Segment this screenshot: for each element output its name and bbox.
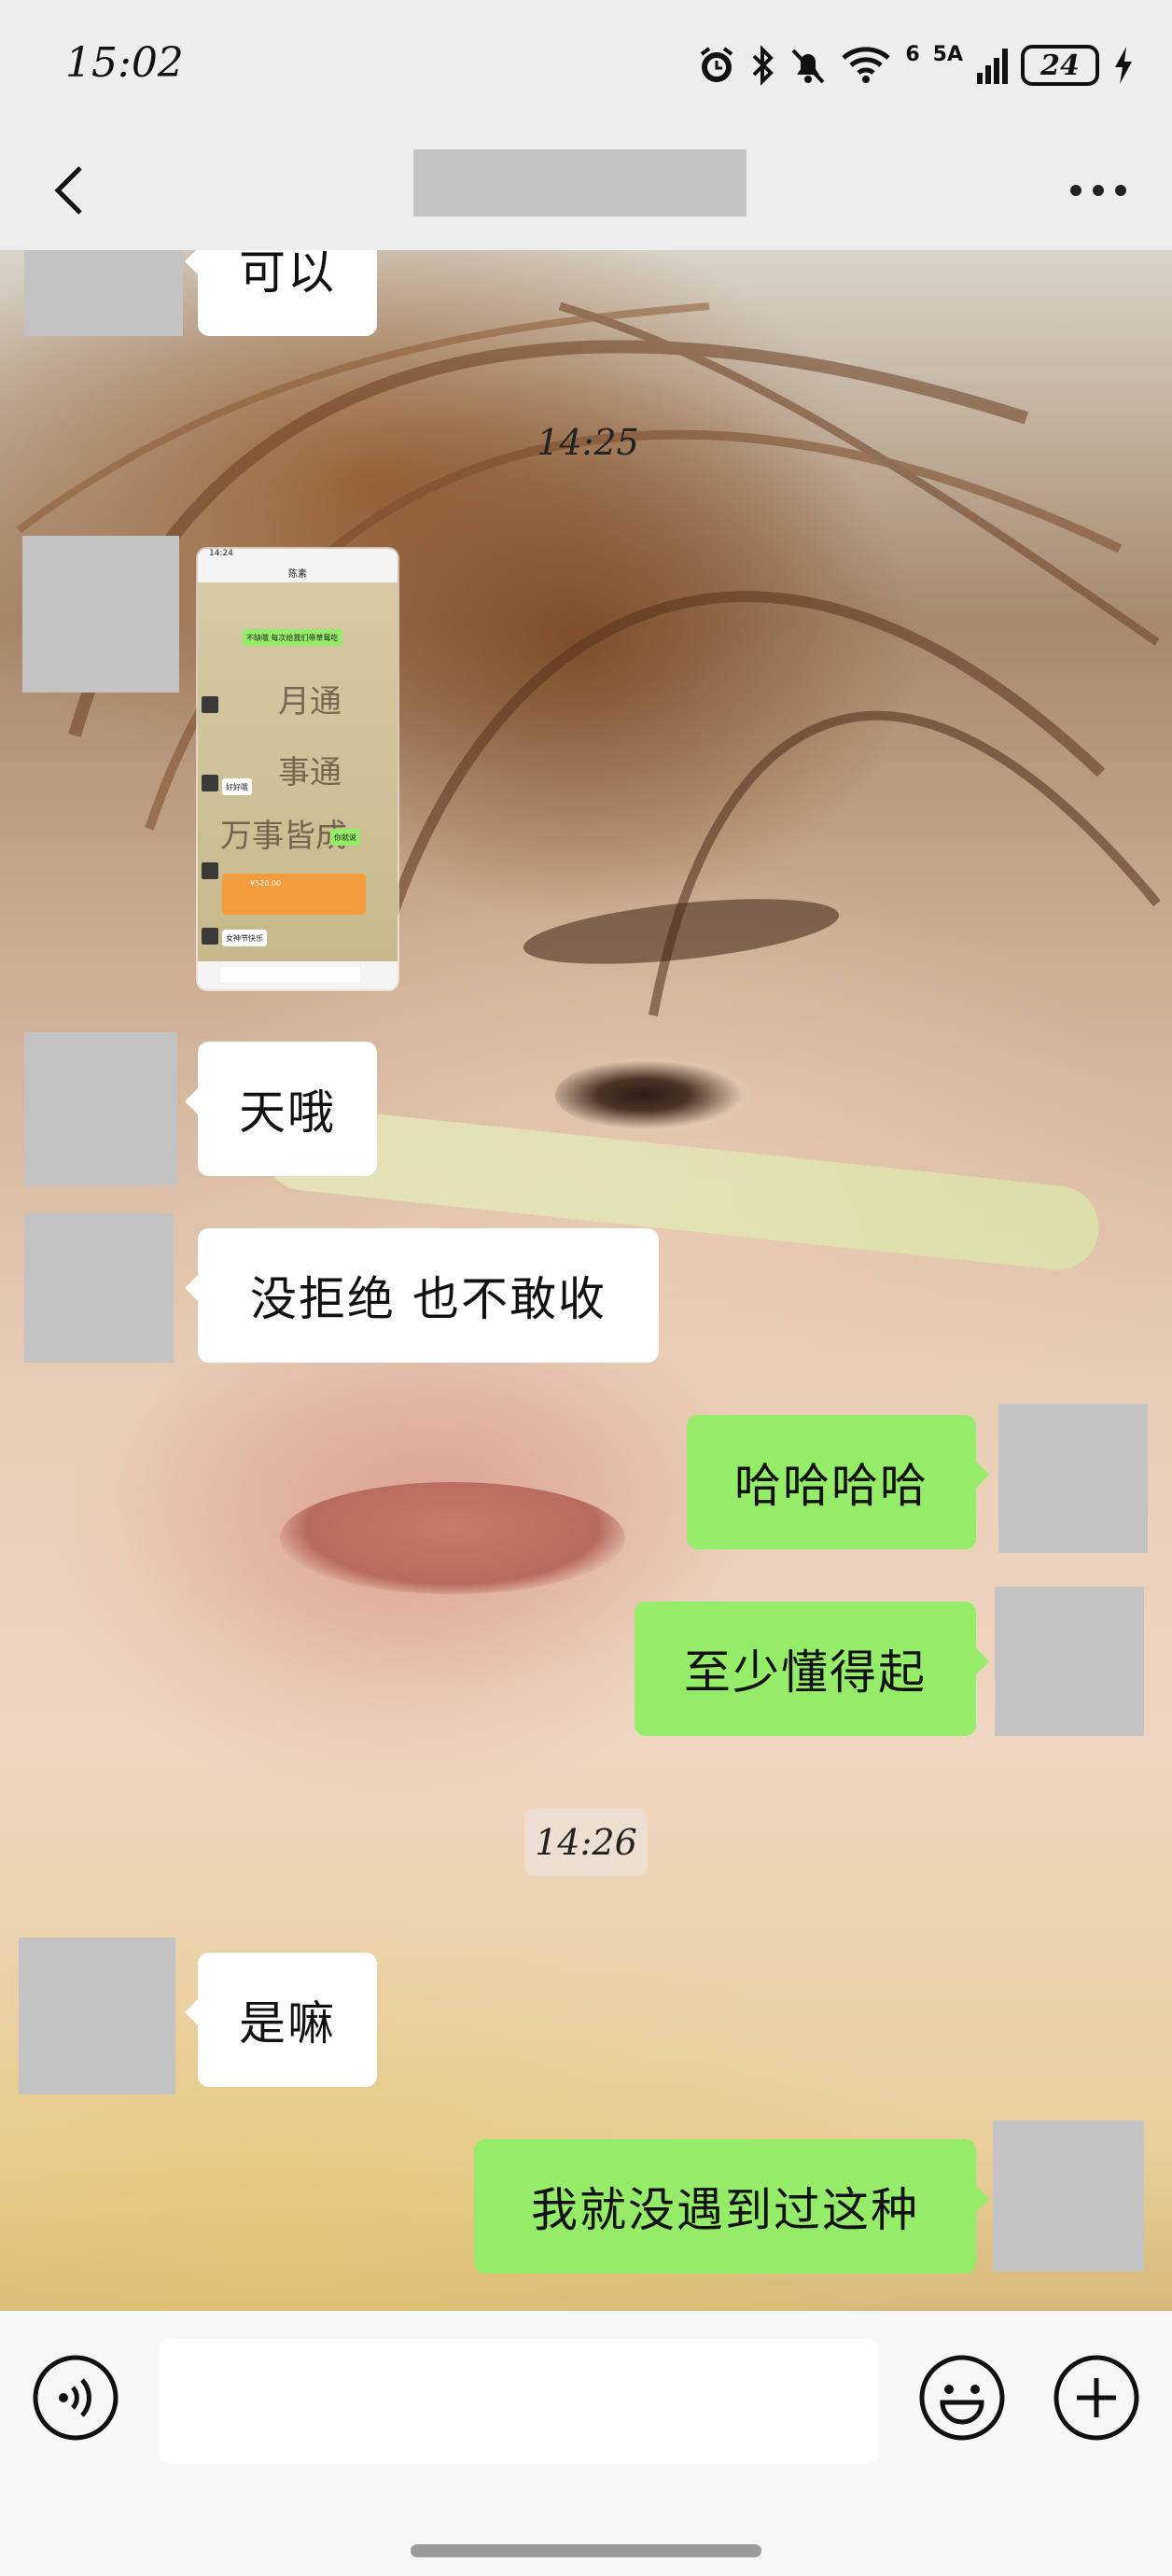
chat-title-redacted bbox=[413, 149, 746, 217]
more-dot bbox=[1115, 185, 1126, 196]
more-dot bbox=[1093, 185, 1104, 196]
message-text: 没拒绝 也不敢收 bbox=[250, 1272, 607, 1326]
contact-avatar[interactable] bbox=[19, 1938, 175, 2094]
emoji-button[interactable] bbox=[918, 2354, 1006, 2442]
thumb-last-msg: 女神节快乐 bbox=[222, 930, 267, 946]
my-avatar[interactable] bbox=[993, 2121, 1144, 2272]
my-avatar[interactable] bbox=[998, 1404, 1148, 1553]
message-bubble-incoming[interactable]: 是嘛 bbox=[185, 1953, 377, 2087]
contact-avatar[interactable] bbox=[24, 1032, 177, 1185]
message-text: 天哦 bbox=[239, 1085, 336, 1140]
timestamp-text: 14:26 bbox=[535, 1822, 637, 1863]
more-dots-icon bbox=[1070, 185, 1081, 196]
thumb-transfer-card: ¥520.00 bbox=[222, 874, 366, 915]
message-text: 至少懂得起 bbox=[684, 1645, 927, 1700]
wallpaper-lips bbox=[280, 1482, 625, 1594]
status-bar: 15:02 6 5A 24 bbox=[0, 0, 1172, 131]
alarm-icon bbox=[696, 45, 737, 86]
thumb-green-msg: 不缺哦 每次给我们带草莓吃 bbox=[243, 629, 342, 646]
message-text-input[interactable] bbox=[159, 2339, 879, 2464]
back-button[interactable] bbox=[45, 153, 101, 228]
thumb-avatar bbox=[202, 928, 218, 945]
message-timestamp: 14:25 bbox=[527, 409, 649, 476]
home-indicator[interactable] bbox=[411, 2544, 761, 2557]
message-bubble-outgoing[interactable]: 哈哈哈哈 bbox=[687, 1415, 989, 1549]
thumb-status-time: 14:24 bbox=[198, 549, 398, 562]
chat-header bbox=[0, 131, 1172, 250]
plus-button[interactable] bbox=[1053, 2354, 1140, 2442]
voice-button[interactable] bbox=[32, 2354, 119, 2442]
thumb-callig-2: 事通 bbox=[278, 754, 342, 791]
contact-avatar[interactable] bbox=[24, 250, 183, 336]
thumb-callig-3: 万事皆成 bbox=[220, 818, 347, 855]
message-input-bar bbox=[0, 2311, 1172, 2576]
message-bubble-incoming[interactable]: 天哦 bbox=[185, 1042, 377, 1176]
thumb-body: 月通 事通 万事皆成 不缺哦 每次给我们带草莓吃 好好哦 你就说 ¥520.00… bbox=[198, 582, 398, 961]
thumb-title: 陈素 bbox=[198, 562, 398, 582]
message-bubble-outgoing[interactable]: 我就没遇到过这种 bbox=[474, 2139, 989, 2274]
mute-bell-icon bbox=[789, 45, 827, 86]
shared-screenshot-image[interactable]: 14:24 陈素 月通 事通 万事皆成 不缺哦 每次给我们带草莓吃 好好哦 你就… bbox=[198, 549, 398, 989]
thumb-avatar bbox=[202, 862, 218, 879]
message-text: 我就没遇到过这种 bbox=[531, 2183, 919, 2237]
timestamp-text: 14:25 bbox=[537, 422, 639, 463]
contact-avatar[interactable] bbox=[24, 1213, 174, 1363]
network-label: 5A bbox=[932, 42, 963, 66]
plus-circle-icon bbox=[1053, 2355, 1139, 2441]
thumb-input-bar bbox=[198, 961, 398, 989]
charging-icon bbox=[1112, 45, 1135, 86]
my-avatar[interactable] bbox=[995, 1587, 1144, 1736]
thumb-callig-1: 月通 bbox=[278, 683, 342, 721]
bluetooth-icon bbox=[750, 45, 776, 86]
status-time: 15:02 bbox=[65, 39, 184, 87]
wifi-icon bbox=[840, 45, 892, 86]
message-bubble-incoming[interactable]: 可以 bbox=[185, 250, 377, 336]
thumb-white-msg: 好好哦 bbox=[222, 778, 252, 795]
chevron-left-icon bbox=[54, 166, 82, 215]
status-icons: 6 5A 24 bbox=[696, 41, 1135, 90]
network-sup: 6 bbox=[905, 42, 920, 66]
message-text: 是嘛 bbox=[239, 1996, 336, 2051]
battery-icon: 24 bbox=[1021, 45, 1099, 86]
message-text: 哈哈哈哈 bbox=[734, 1459, 928, 1513]
message-text: 可以 bbox=[239, 250, 336, 300]
contact-avatar[interactable] bbox=[22, 536, 179, 693]
emoji-icon bbox=[919, 2355, 1005, 2441]
chat-area[interactable]: 可以 14:25 14:24 陈素 月通 事通 万事皆成 不缺哦 每次给我们带草… bbox=[0, 250, 1172, 2311]
wallpaper-eye bbox=[555, 1057, 751, 1132]
voice-icon bbox=[33, 2355, 119, 2441]
thumb-avatar bbox=[202, 696, 218, 713]
battery-level: 24 bbox=[1040, 49, 1080, 82]
message-timestamp: 14:26 bbox=[524, 1809, 648, 1876]
signal-icon bbox=[976, 45, 1008, 86]
thumb-green-msg-2: 你就说 bbox=[330, 829, 360, 846]
thumb-avatar bbox=[202, 775, 218, 791]
message-bubble-incoming[interactable]: 没拒绝 也不敢收 bbox=[185, 1228, 659, 1363]
more-button[interactable] bbox=[1066, 172, 1131, 209]
message-bubble-outgoing[interactable]: 至少懂得起 bbox=[635, 1602, 989, 1736]
